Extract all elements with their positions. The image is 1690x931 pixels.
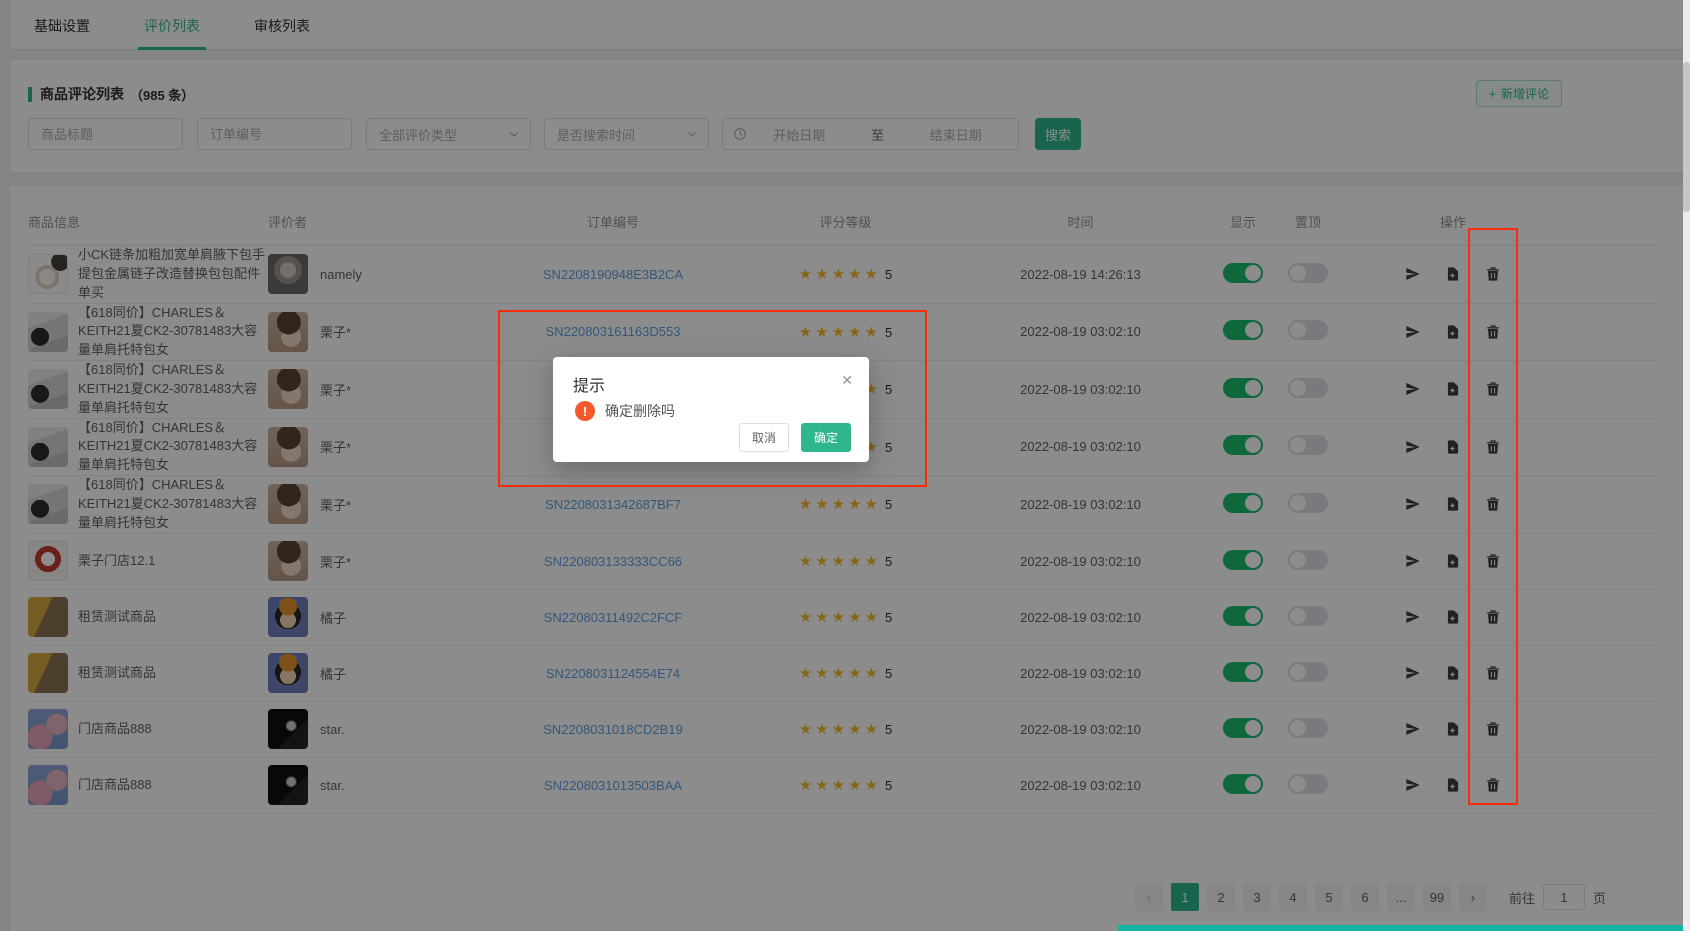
annotation-rectangle-modal <box>498 310 927 487</box>
scrollbar-thumb[interactable] <box>1683 62 1690 212</box>
page-scrollbar[interactable] <box>1683 0 1690 931</box>
bottom-accent-strip <box>1118 925 1690 931</box>
annotation-rectangle-delete-column <box>1468 228 1518 805</box>
